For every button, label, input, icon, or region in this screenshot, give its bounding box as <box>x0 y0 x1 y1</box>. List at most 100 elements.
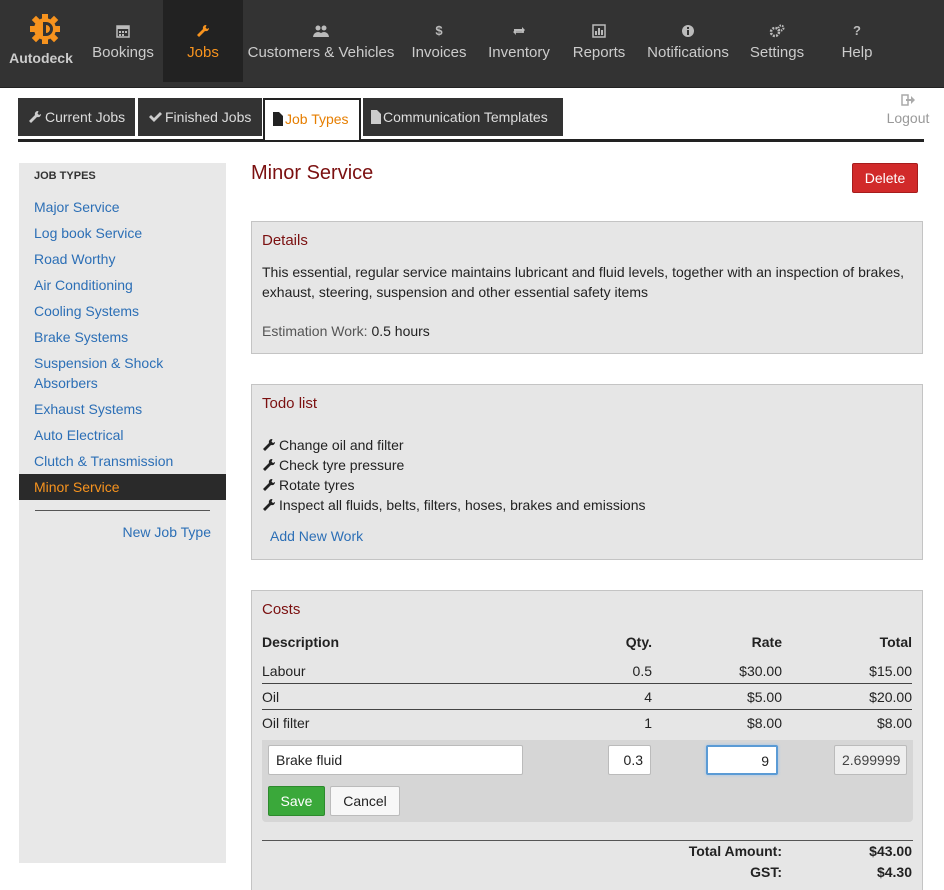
top-navbar: Autodeck Bookings Jobs Customers & Vehic… <box>0 0 944 88</box>
cell-description: Oil filter <box>262 715 310 731</box>
col-total-header: Total <box>879 634 912 650</box>
tab-current-jobs[interactable]: Current Jobs <box>18 98 135 136</box>
tab-communication-templates[interactable]: Communication Templates <box>363 98 563 136</box>
job-subtabs: Current Jobs Finished Jobs Job Types Com… <box>18 98 924 142</box>
nav-label: Settings <box>749 44 805 61</box>
sidebar-item-clutch-transmission[interactable]: Clutch & Transmission <box>34 451 214 471</box>
total-amount-label: Total Amount: <box>688 843 782 859</box>
delete-button[interactable]: Delete <box>852 163 918 193</box>
cell-description: Oil <box>262 689 280 705</box>
brand[interactable]: Autodeck <box>0 0 82 88</box>
calendar-icon <box>84 24 162 40</box>
autodeck-logo-icon <box>30 14 60 44</box>
nav-jobs[interactable]: Jobs <box>163 0 243 82</box>
cogs-icon <box>738 24 816 40</box>
add-new-work-link[interactable]: Add New Work <box>270 528 363 544</box>
cell-total: $8.00 <box>876 715 912 731</box>
cell-rate: $30.00 <box>739 663 782 679</box>
table-row[interactable]: Oil filter 1 $8.00 $8.00 <box>262 710 912 736</box>
cell-rate: $8.00 <box>746 715 782 731</box>
col-rate-header: Rate <box>751 634 782 650</box>
brand-name: Autodeck <box>9 50 73 66</box>
table-row[interactable]: Oil 4 $5.00 $20.00 <box>262 684 912 710</box>
nav-label: Jobs <box>187 44 219 61</box>
nav-label: Inventory <box>488 44 550 61</box>
cell-qty: 0.5 <box>632 663 652 679</box>
cell-qty: 1 <box>644 715 652 731</box>
sidebar-item-road-worthy[interactable]: Road Worthy <box>34 249 214 269</box>
todo-heading: Todo list <box>262 395 318 412</box>
nav-help[interactable]: ? Help <box>818 0 896 82</box>
nav-customers-vehicles[interactable]: Customers & Vehicles <box>244 0 398 82</box>
tab-label: Finished Jobs <box>165 109 252 125</box>
check-icon <box>149 112 162 122</box>
sidebar-item-major-service[interactable]: Major Service <box>34 197 214 217</box>
dollar-icon: $ <box>435 23 443 38</box>
estimation-label: Estimation Work: <box>262 323 368 339</box>
wrench-icon <box>263 458 276 471</box>
sidebar-divider <box>35 510 210 511</box>
gst-label: GST: <box>750 864 782 880</box>
todo-text: Change oil and filter <box>279 437 404 453</box>
total-input[interactable]: 2.699999 <box>834 745 907 775</box>
new-job-type-link[interactable]: New Job Type <box>123 524 211 540</box>
todo-item: Check tyre pressure <box>262 455 404 475</box>
details-description: This essential, regular service maintain… <box>262 264 904 300</box>
cell-rate: $5.00 <box>746 689 782 705</box>
nav-label: Notifications <box>647 44 729 61</box>
sign-out-icon <box>901 94 915 106</box>
total-amount-value: $43.00 <box>869 843 912 859</box>
logout-label: Logout <box>886 110 930 126</box>
sidebar-item-air-conditioning[interactable]: Air Conditioning <box>34 275 214 295</box>
wrench-icon <box>263 478 276 491</box>
costs-panel: Costs Description Qty. Rate Total Labour… <box>251 590 923 890</box>
description-input[interactable]: Brake fluid <box>268 745 523 775</box>
todo-item: Inspect all fluids, belts, filters, hose… <box>262 495 646 515</box>
sidebar-item-suspension-shock-absorbers[interactable]: Suspension & Shock Absorbers <box>34 353 184 393</box>
nav-bookings[interactable]: Bookings <box>84 0 162 82</box>
cell-total: $15.00 <box>869 663 912 679</box>
nav-notifications[interactable]: Notifications <box>640 0 736 82</box>
question-icon: ? <box>853 23 861 38</box>
nav-inventory[interactable]: Inventory <box>480 0 558 82</box>
col-description-header: Description <box>262 634 340 650</box>
tab-job-types[interactable]: Job Types <box>263 98 361 140</box>
sidebar-item-brake-systems[interactable]: Brake Systems <box>34 327 214 347</box>
logout-link[interactable]: Logout <box>884 94 932 126</box>
sidebar-item-exhaust-systems[interactable]: Exhaust Systems <box>34 399 214 419</box>
users-icon <box>244 24 398 40</box>
nav-settings[interactable]: Settings <box>738 0 816 82</box>
tab-label: Current Jobs <box>45 109 126 125</box>
sidebar-item-cooling-systems[interactable]: Cooling Systems <box>34 301 214 321</box>
wrench-icon <box>263 438 276 451</box>
tab-finished-jobs[interactable]: Finished Jobs <box>138 98 262 136</box>
cell-description: Labour <box>262 663 306 679</box>
tab-label: Communication Templates <box>383 109 548 125</box>
details-heading: Details <box>262 232 308 249</box>
estimation-value: 0.5 hours <box>371 323 430 339</box>
totals-divider <box>262 840 913 841</box>
wrench-icon <box>263 498 276 511</box>
nav-label: Invoices <box>411 44 467 61</box>
sidebar-item-minor-service[interactable]: Minor Service <box>19 474 226 500</box>
nav-label: Customers & Vehicles <box>247 44 395 61</box>
todo-panel: Todo list Change oil and filter Check ty… <box>251 384 923 560</box>
retweet-icon <box>480 24 558 40</box>
cost-edit-row: Brake fluid 0.3 9 2.699999 Save Cancel <box>262 740 913 822</box>
cell-total: $20.00 <box>869 689 912 705</box>
bar-chart-icon <box>560 24 638 40</box>
save-button[interactable]: Save <box>268 786 325 816</box>
todo-text: Check tyre pressure <box>279 457 405 473</box>
nav-label: Help <box>841 44 873 61</box>
qty-input[interactable]: 0.3 <box>608 745 651 775</box>
file-icon <box>371 110 381 124</box>
todo-text: Inspect all fluids, belts, filters, hose… <box>279 497 646 513</box>
sidebar-item-auto-electrical[interactable]: Auto Electrical <box>34 425 214 445</box>
rate-input[interactable]: 9 <box>706 745 778 775</box>
table-row[interactable]: Labour 0.5 $30.00 $15.00 <box>262 658 912 684</box>
cancel-button[interactable]: Cancel <box>330 786 400 816</box>
sidebar-item-log-book-service[interactable]: Log book Service <box>34 223 214 243</box>
details-panel: Details This essential, regular service … <box>251 221 923 354</box>
nav-invoices[interactable]: $ Invoices <box>400 0 478 82</box>
nav-reports[interactable]: Reports <box>560 0 638 82</box>
